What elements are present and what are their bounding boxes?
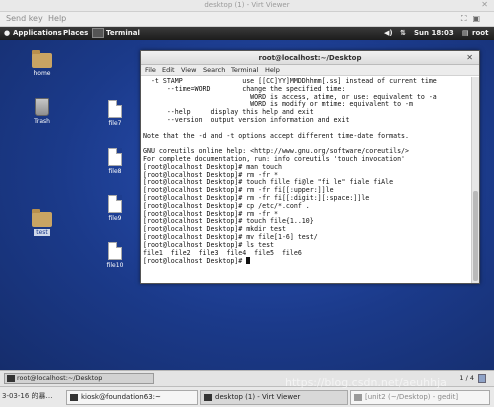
file-icon: [108, 100, 122, 118]
host-taskbar-clock: 3-03-16 的暴…: [2, 392, 53, 400]
terminal-lines: -t STAMP use [[CC]YY]MMDDhhmm[.ss] inste…: [143, 77, 469, 257]
gedit-icon: [354, 394, 362, 401]
host-task-label: kiosk@foundation63:~: [81, 393, 161, 401]
host-task-gedit[interactable]: [unit2 (~/Desktop) - gedit]: [350, 390, 490, 405]
watermark: https://blog.csdn.net/aeuhhja: [285, 376, 447, 389]
file-icon: [108, 195, 122, 213]
terminal-icon: [7, 375, 15, 382]
host-task-kiosk[interactable]: kiosk@foundation63:~: [66, 390, 198, 405]
folder-icon: [32, 209, 52, 227]
desktop-icon-test[interactable]: test: [22, 209, 62, 236]
desktop-icon-file8[interactable]: file8: [95, 148, 135, 175]
terminal-menu-file[interactable]: File: [145, 66, 156, 74]
desktop-icon-label: home: [33, 70, 51, 77]
terminal-title: root@localhost:~/Desktop: [258, 54, 362, 62]
terminal-window[interactable]: root@localhost:~/Desktop ✕ File Edit Vie…: [140, 50, 480, 284]
virt-viewer-titlebar: desktop (1) - Virt Viewer ✕: [0, 0, 494, 12]
fullscreen-icon[interactable]: ⛶: [461, 14, 473, 23]
close-icon[interactable]: ✕: [466, 53, 473, 62]
terminal-prompt: [root@localhost Desktop]#: [143, 257, 247, 266]
workspace-switcher-icon[interactable]: [478, 374, 486, 383]
terminal-menu-search[interactable]: Search: [203, 66, 225, 74]
places-menu[interactable]: Places: [63, 29, 88, 37]
terminal-launcher-label[interactable]: Terminal: [106, 29, 140, 37]
terminal-line: --version output version information and…: [143, 115, 350, 124]
host-taskbar: 3-03-16 的暴… kiosk@foundation63:~ desktop…: [0, 386, 494, 407]
terminal-scrollbar[interactable]: [471, 77, 479, 283]
desktop-icon-home[interactable]: home: [22, 50, 62, 77]
toolbar-icons[interactable]: ⛶▣: [461, 14, 486, 24]
guest-top-panel: ● Applications Places Terminal ◀) ⇅ Sun …: [0, 27, 494, 40]
scrollbar-thumb[interactable]: [473, 191, 478, 281]
desktop-icon-trash[interactable]: Trash: [22, 98, 62, 125]
network-icon[interactable]: ⇅: [400, 29, 406, 37]
host-task-label: desktop (1) - Virt Viewer: [215, 393, 301, 401]
terminal-menu-help[interactable]: Help: [265, 66, 280, 74]
host-task-virt-viewer[interactable]: desktop (1) - Virt Viewer: [200, 390, 348, 405]
user-menu[interactable]: root: [472, 29, 488, 37]
terminal-output[interactable]: -t STAMP use [[CC]YY]MMDDhhmm[.ss] inste…: [141, 77, 471, 283]
terminal-menu-terminal[interactable]: Terminal: [231, 66, 258, 74]
desktop-icon-file7[interactable]: file7: [95, 100, 135, 127]
desktop-icon-label: file10: [106, 262, 124, 269]
terminal-icon: [70, 394, 78, 401]
volume-icon[interactable]: ◀): [384, 29, 393, 37]
menu-help[interactable]: Help: [48, 14, 66, 23]
clock[interactable]: Sun 18:03: [414, 29, 454, 37]
terminal-menu-edit[interactable]: Edit: [162, 66, 175, 74]
desktop-icon-label: file7: [108, 120, 122, 127]
desktop-icon-file9[interactable]: file9: [95, 195, 135, 222]
guest-task-label: root@localhost:~/Desktop: [17, 374, 103, 382]
host-task-label: [unit2 (~/Desktop) - gedit]: [365, 393, 459, 401]
file-icon: [108, 242, 122, 260]
screenshot-icon[interactable]: ▣: [472, 14, 486, 23]
terminal-prompt-line[interactable]: [root@localhost Desktop]#: [143, 257, 469, 266]
folder-icon: [32, 50, 52, 68]
workspace-pager[interactable]: 1 / 4: [459, 374, 474, 382]
menu-send-key[interactable]: Send key: [6, 14, 43, 23]
terminal-line: Note that the -d and -t options accept d…: [143, 131, 409, 140]
file-icon: [108, 148, 122, 166]
terminal-menubar: File Edit View Search Terminal Help: [141, 65, 479, 76]
desktop-icon-file10[interactable]: file10: [95, 242, 135, 269]
terminal-cursor: [246, 257, 251, 265]
terminal-line: file1 file2 file3 file4 file5 file6: [143, 248, 302, 257]
virt-viewer-menubar: Send key Help ⛶▣: [0, 12, 494, 27]
terminal-launcher-icon[interactable]: [92, 28, 104, 38]
desktop-icon-label: file8: [108, 168, 122, 175]
fedora-icon: ●: [4, 29, 11, 37]
close-icon[interactable]: ✕: [481, 0, 488, 9]
user-icon[interactable]: ▤: [462, 29, 469, 37]
guest-task-terminal[interactable]: root@localhost:~/Desktop: [4, 373, 154, 384]
applications-menu[interactable]: Applications: [13, 29, 62, 37]
trash-icon: [35, 98, 49, 116]
desktop-icon-label: Trash: [34, 118, 50, 125]
terminal-menu-view[interactable]: View: [181, 66, 196, 74]
desktop-icon-label: file9: [108, 215, 122, 222]
window-title: desktop (1) - Virt Viewer: [204, 1, 290, 9]
terminal-titlebar[interactable]: root@localhost:~/Desktop ✕: [141, 51, 479, 65]
desktop-icon-label: test: [34, 229, 50, 236]
monitor-icon: [204, 394, 212, 401]
